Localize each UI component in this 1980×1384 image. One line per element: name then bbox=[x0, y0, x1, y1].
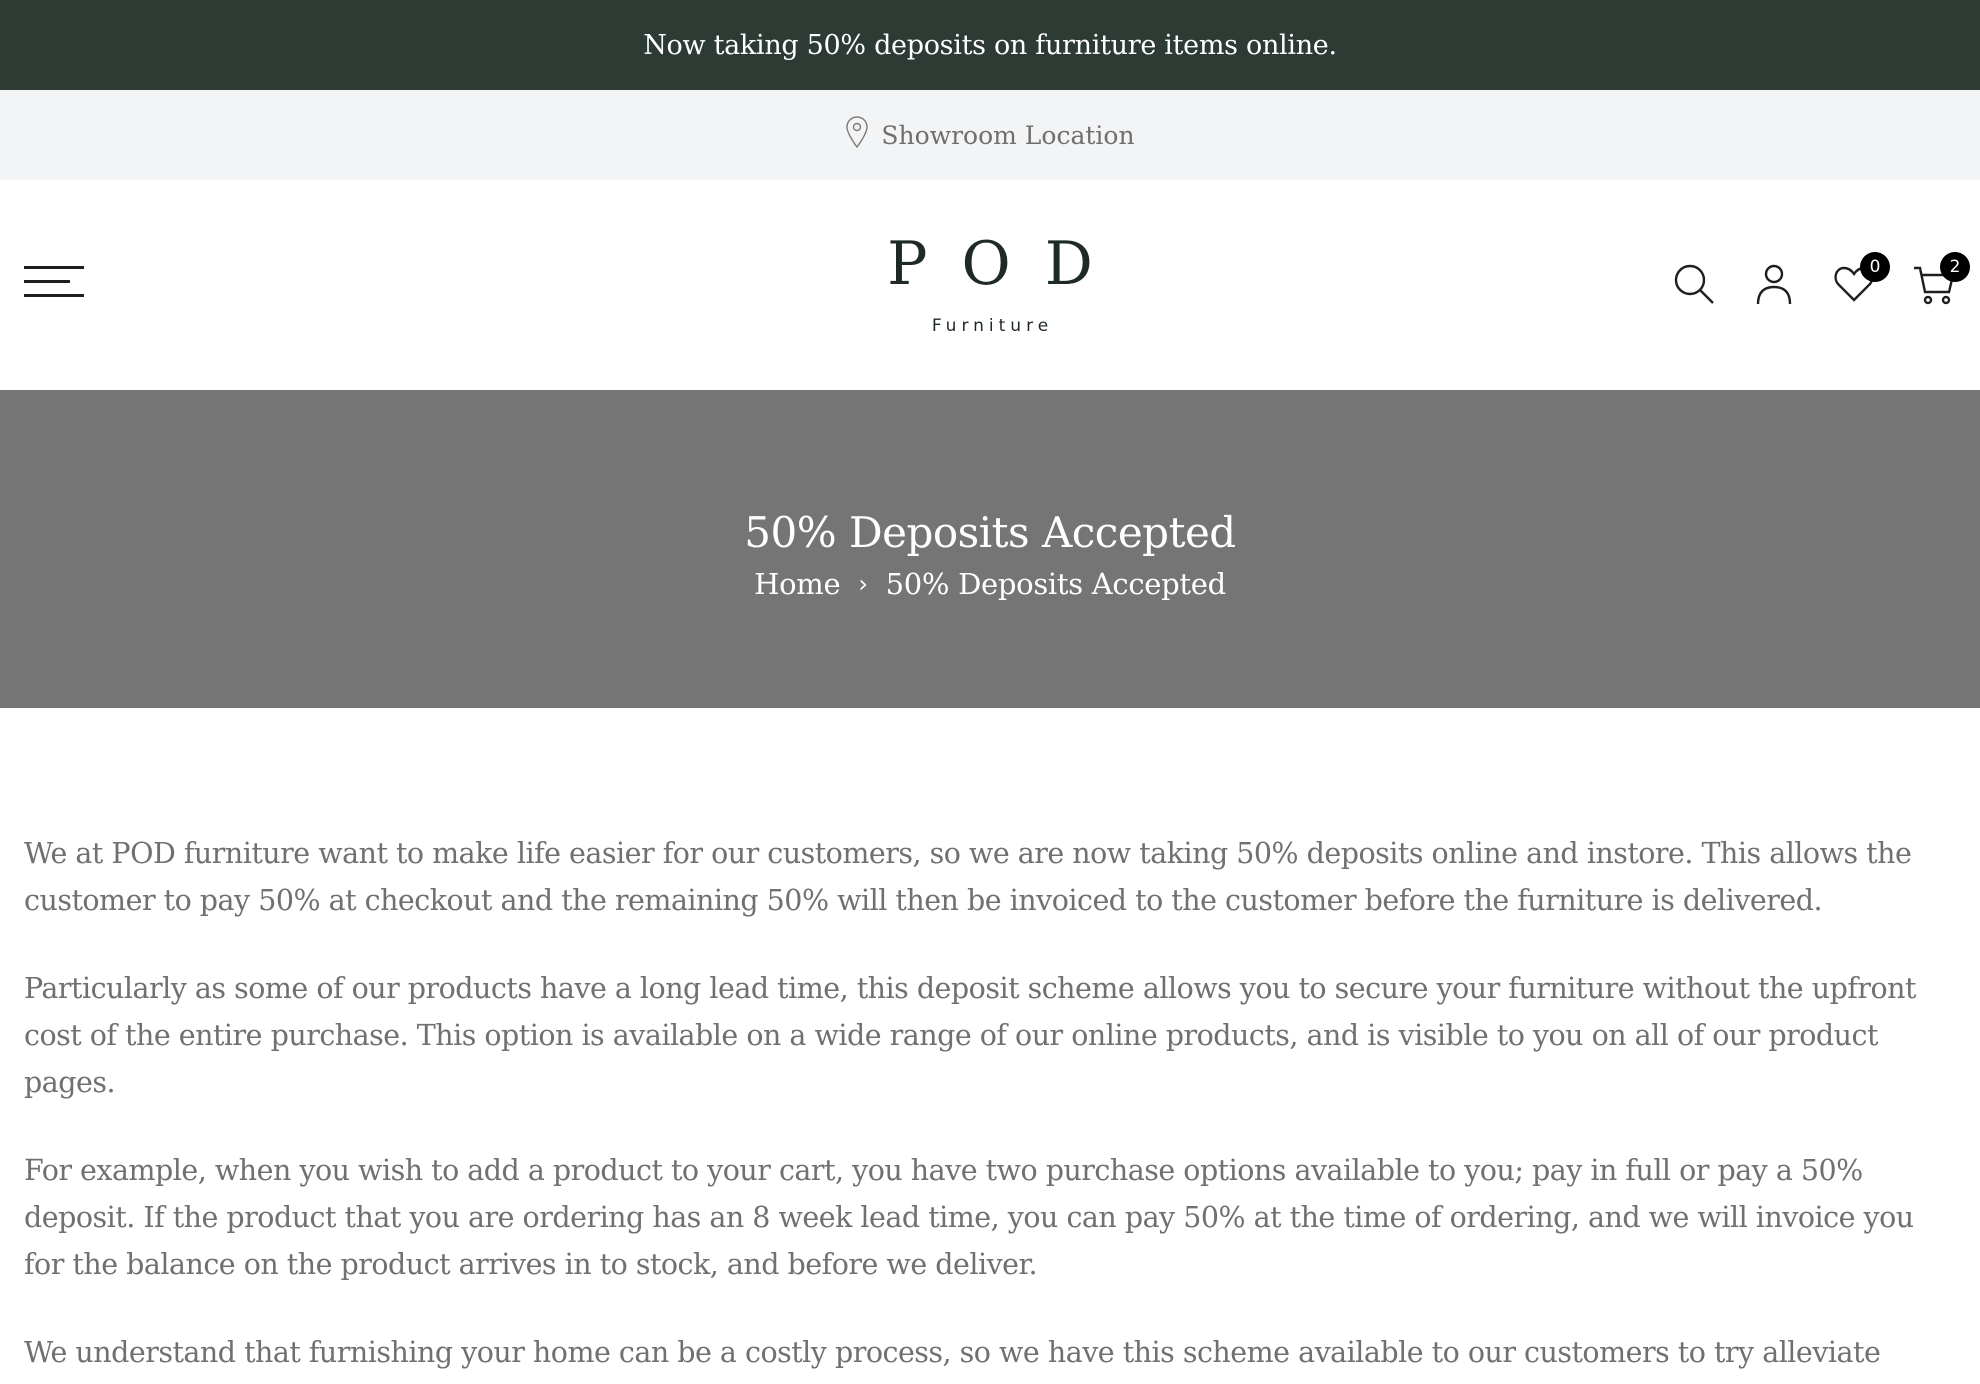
showroom-location-label[interactable]: Showroom Location bbox=[881, 121, 1134, 150]
menu-line bbox=[24, 294, 84, 297]
breadcrumb-home-link[interactable]: Home bbox=[754, 567, 841, 601]
wishlist-count-badge: 0 bbox=[1860, 252, 1890, 282]
page-hero: 50% Deposits Accepted Home › 50% Deposit… bbox=[0, 390, 1980, 708]
content-paragraph: We at POD furniture want to make life ea… bbox=[24, 837, 1912, 917]
user-icon[interactable] bbox=[1752, 262, 1796, 306]
logo-main-text: POD bbox=[887, 229, 1127, 299]
site-header: POD Furniture 0 2 bbox=[0, 180, 1980, 390]
cart-icon[interactable]: 2 bbox=[1912, 252, 1970, 306]
page-title: 50% Deposits Accepted bbox=[744, 507, 1236, 557]
chevron-right-icon: › bbox=[858, 569, 868, 598]
menu-line bbox=[24, 280, 70, 283]
map-pin-icon bbox=[845, 115, 869, 155]
site-logo[interactable]: POD Furniture bbox=[887, 234, 1093, 336]
search-icon[interactable] bbox=[1672, 262, 1716, 306]
content-paragraph: Particularly as some of our products hav… bbox=[24, 972, 1916, 1099]
content-paragraph: We understand that furnishing your home … bbox=[24, 1336, 1881, 1384]
hamburger-menu-icon[interactable] bbox=[24, 266, 84, 302]
header-icons: 0 2 bbox=[1672, 252, 1970, 306]
announcement-bar: Now taking 50% deposits on furniture ite… bbox=[0, 0, 1980, 90]
cart-count-badge: 2 bbox=[1940, 252, 1970, 282]
menu-line bbox=[24, 266, 84, 269]
logo-sub-text: Furniture bbox=[931, 316, 1054, 336]
showroom-location-link[interactable]: Showroom Location bbox=[0, 90, 1980, 180]
page-content: We at POD furniture want to make life ea… bbox=[0, 708, 1980, 1384]
announcement-text: Now taking 50% deposits on furniture ite… bbox=[643, 29, 1337, 61]
breadcrumb-current: 50% Deposits Accepted bbox=[885, 566, 1227, 601]
content-paragraph: For example, when you wish to add a prod… bbox=[24, 1154, 1914, 1281]
breadcrumb: Home › 50% Deposits Accepted bbox=[754, 567, 1226, 601]
heart-icon[interactable]: 0 bbox=[1832, 252, 1890, 306]
